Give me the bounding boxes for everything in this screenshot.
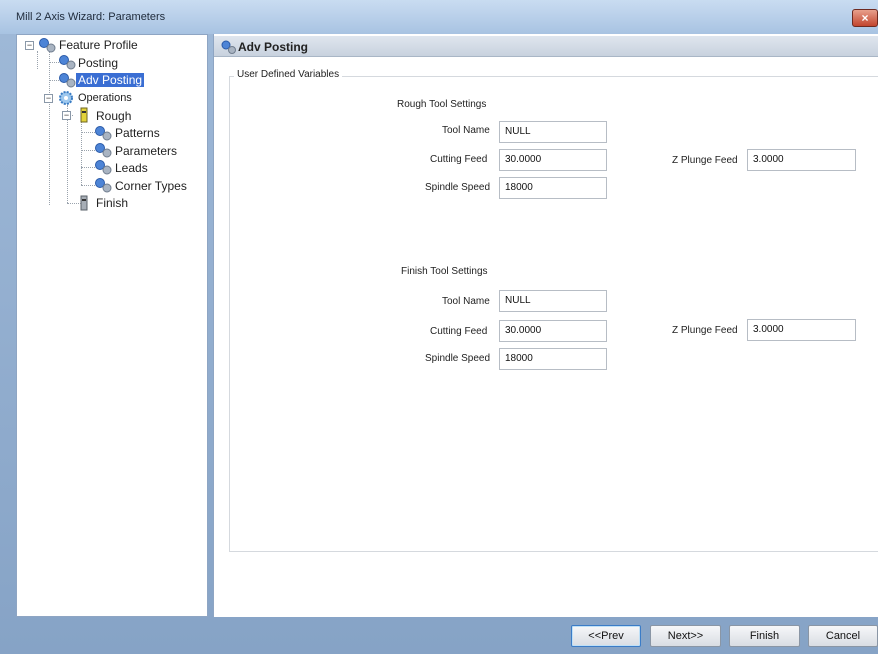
title-bar[interactable]: Mill 2 Axis Wizard: Parameters × [0,0,878,34]
tree-item-adv-posting[interactable]: Adv Posting [76,73,145,87]
gear-icon [59,91,73,105]
tree-item-leads[interactable]: Leads [115,161,148,175]
tree-item-rough[interactable]: Rough [96,109,131,123]
next-button[interactable]: Next>> [650,625,721,647]
finish-spindle-speed-input[interactable]: 18000 [499,348,607,370]
panel-title: Adv Posting [238,40,309,54]
gears-icon [95,160,112,175]
tree-item-feature-profile[interactable]: Feature Profile [59,38,138,52]
finish-cutting-feed-input[interactable]: 30.0000 [499,320,607,342]
tree-line [37,51,38,69]
rough-cutting-feed-input[interactable]: 30.0000 [499,149,607,171]
tree-item-operations[interactable]: Operations [78,92,132,104]
rough-z-plunge-label: Z Plunge Feed [672,155,738,166]
cancel-button[interactable]: Cancel [808,625,878,647]
rough-spindle-speed-input[interactable]: 18000 [499,177,607,199]
rough-tool-name-input[interactable]: NULL [499,121,607,143]
tree-item-finish[interactable]: Finish [96,196,128,210]
tool-icon [80,195,88,211]
finish-cutting-feed-label: Cutting Feed [430,326,488,337]
gears-icon [95,178,112,193]
gears-icon [221,40,236,54]
rough-z-plunge-input[interactable]: 3.0000 [747,149,856,171]
gears-icon [39,38,56,53]
rough-cutting-feed-label: Cutting Feed [430,154,488,165]
group-label: User Defined Variables [234,69,343,80]
finish-tool-name-input[interactable]: NULL [499,290,607,312]
finish-z-plunge-input[interactable]: 3.0000 [747,319,856,341]
expand-rough[interactable]: − [62,111,71,120]
user-defined-variables-group [229,76,878,552]
navigation-tree[interactable]: − − − Feature Profile Posting Adv Postin… [16,34,208,617]
close-icon[interactable]: × [852,9,878,27]
tree-line [49,50,50,205]
rough-spindle-speed-label: Spindle Speed [425,182,491,193]
tree-item-patterns[interactable]: Patterns [115,126,160,140]
rough-heading: Rough Tool Settings [397,99,487,110]
finish-z-plunge-label: Z Plunge Feed [672,325,738,336]
expand-feature-profile[interactable]: − [25,41,34,50]
rough-tool-name-label: Tool Name [442,125,490,136]
settings-panel: Adv Posting User Defined Variables Rough… [213,34,878,617]
finish-spindle-speed-label: Spindle Speed [425,353,491,364]
tool-icon [80,107,88,123]
window-title: Mill 2 Axis Wizard: Parameters [16,11,166,23]
wizard-window: Mill 2 Axis Wizard: Parameters × − − − F… [0,0,878,654]
gears-icon [59,73,76,88]
tree-item-parameters[interactable]: Parameters [115,144,177,158]
tree-item-corner-types[interactable]: Corner Types [115,179,187,193]
prev-button[interactable]: <<Prev [571,625,641,647]
finish-tool-name-label: Tool Name [442,296,490,307]
gears-icon [59,55,76,70]
expand-operations[interactable]: − [44,94,53,103]
gears-icon [95,143,112,158]
gears-icon [95,126,112,141]
panel-header: Adv Posting [214,36,878,57]
finish-heading: Finish Tool Settings [401,266,488,277]
tree-item-posting[interactable]: Posting [78,56,118,70]
finish-button[interactable]: Finish [729,625,800,647]
